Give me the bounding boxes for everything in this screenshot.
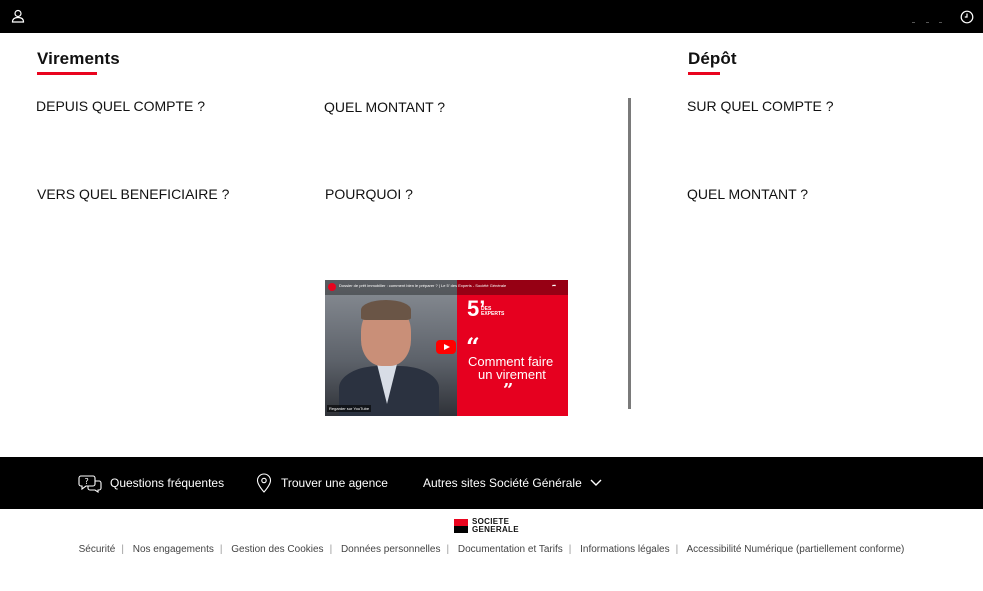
section-divider (628, 98, 631, 409)
amount-label[interactable]: QUEL MONTANT ? (324, 99, 445, 115)
video-title[interactable]: Dossier de prêt immobilier : comment bie… (339, 283, 506, 288)
depot-title-text: Dépôt (688, 49, 737, 68)
faq-icon: ? (78, 475, 102, 493)
beneficiary-label[interactable]: VERS QUEL BENEFICIAIRE ? (37, 186, 229, 202)
title-underline (688, 72, 720, 75)
title-underline (37, 72, 97, 75)
play-button-icon[interactable] (436, 340, 456, 354)
brand-line-2: GENERALE (472, 525, 519, 534)
close-quote: ” (503, 380, 514, 401)
link-engagements[interactable]: Nos engagements (133, 544, 214, 555)
watch-on-youtube[interactable]: Regarder sur YouTube (327, 405, 372, 412)
faq-link[interactable]: ? Questions fréquentes (78, 457, 224, 509)
share-icon[interactable]: ➦ (552, 283, 562, 289)
other-sites-label: Autres sites Société Générale (423, 476, 582, 490)
virements-title-text: Virements (37, 49, 120, 68)
channel-logo-icon[interactable] (328, 283, 336, 291)
link-informations[interactable]: Informations légales (580, 544, 670, 555)
clock-icon[interactable] (960, 10, 974, 29)
brand-text: SOCIETE GENERALE (472, 518, 519, 534)
depot-amount-label[interactable]: QUEL MONTANT ? (687, 186, 808, 202)
legal-links: Sécurité | Nos engagements | Gestion des C… (78, 544, 905, 555)
link-securite[interactable]: Sécurité (79, 544, 116, 555)
reason-label[interactable]: POURQUOI ? (325, 186, 413, 202)
link-cookies[interactable]: Gestion des Cookies (231, 544, 323, 555)
footer-bar: ? Questions fréquentes Trouver une agenc… (0, 457, 983, 509)
depot-account-label[interactable]: SUR QUEL COMPTE ? (687, 98, 834, 114)
find-agency-link[interactable]: Trouver une agence (255, 457, 388, 509)
user-icon[interactable] (11, 9, 25, 28)
brand-mark-icon (454, 519, 468, 533)
other-sites-dropdown[interactable]: Autres sites Société Générale (423, 457, 610, 509)
brand-logo[interactable]: SOCIETE GENERALE (454, 518, 519, 534)
presenter-hair (361, 300, 411, 320)
experts-label: DES EXPERTS (481, 306, 505, 317)
from-account-label[interactable]: DEPUIS QUEL COMPTE ? (36, 98, 205, 114)
link-accessibilite[interactable]: Accessibilité Numérique (partiellement c… (686, 544, 904, 555)
link-donnees[interactable]: Données personnelles (341, 544, 441, 555)
depot-title: Dépôt (688, 49, 737, 75)
link-documentation[interactable]: Documentation et Tarifs (458, 544, 563, 555)
video-player[interactable]: Dossier de prêt immobilier : comment bie… (325, 280, 568, 416)
status-dots (912, 22, 942, 24)
faq-label: Questions fréquentes (110, 476, 225, 490)
virements-title: Virements (37, 49, 120, 75)
agency-label: Trouver une agence (281, 476, 388, 490)
svg-text:?: ? (85, 477, 89, 486)
location-pin-icon (256, 473, 272, 493)
top-bar (0, 0, 983, 33)
chevron-down-icon (590, 479, 602, 486)
